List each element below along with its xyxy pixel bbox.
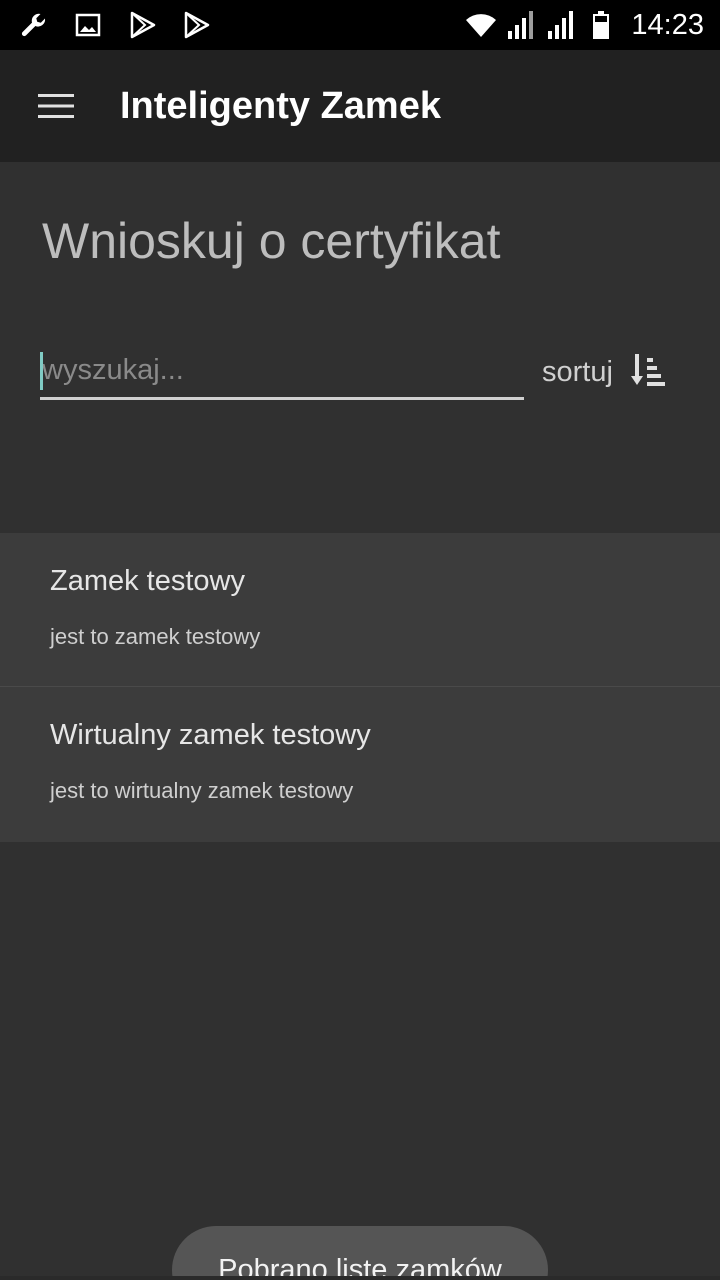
notification-icons [18,9,212,41]
play-store-icon [180,9,212,41]
hamburger-menu-icon [38,94,74,118]
sort-control[interactable]: sortuj [542,352,667,392]
lock-description: jest to zamek testowy [50,624,261,649]
status-bar: 14:23 [0,0,720,50]
wifi-icon [465,9,497,41]
list-item[interactable]: Wirtualny zamek testowy jest to wirtualn… [0,687,720,842]
lock-name: Zamek testowy [50,565,245,597]
signal-icon [505,9,537,41]
signal-icon [545,9,577,41]
sort-label[interactable]: sortuj [542,356,613,389]
image-icon [72,9,104,41]
app-title: Inteligenty Zamek [120,84,441,127]
text-cursor [40,352,43,390]
list-item[interactable]: Zamek testowy jest to zamek testowy [0,533,720,687]
page-title: Wnioskuj o certyfikat [42,213,501,269]
bottom-edge [0,1276,720,1280]
toast: Pobrano listę zamków [172,1226,548,1280]
menu-button[interactable] [28,78,84,134]
lock-list: Zamek testowy jest to zamek testowy Wirt… [0,533,720,842]
battery-icon [585,9,617,41]
play-store-icon [126,9,158,41]
wrench-icon [18,9,50,41]
search-field[interactable] [40,344,524,400]
clock: 14:23 [631,8,704,41]
search-input[interactable] [40,344,524,397]
sort-icon[interactable] [630,352,667,392]
main-content: Wnioskuj o certyfikat sortuj Zamek testo… [0,162,720,1280]
lock-name: Wirtualny zamek testowy [50,719,371,751]
app-bar: Inteligenty Zamek [0,50,720,162]
lock-description: jest to wirtualny zamek testowy [50,778,354,803]
system-icons: 14:23 [465,9,704,42]
